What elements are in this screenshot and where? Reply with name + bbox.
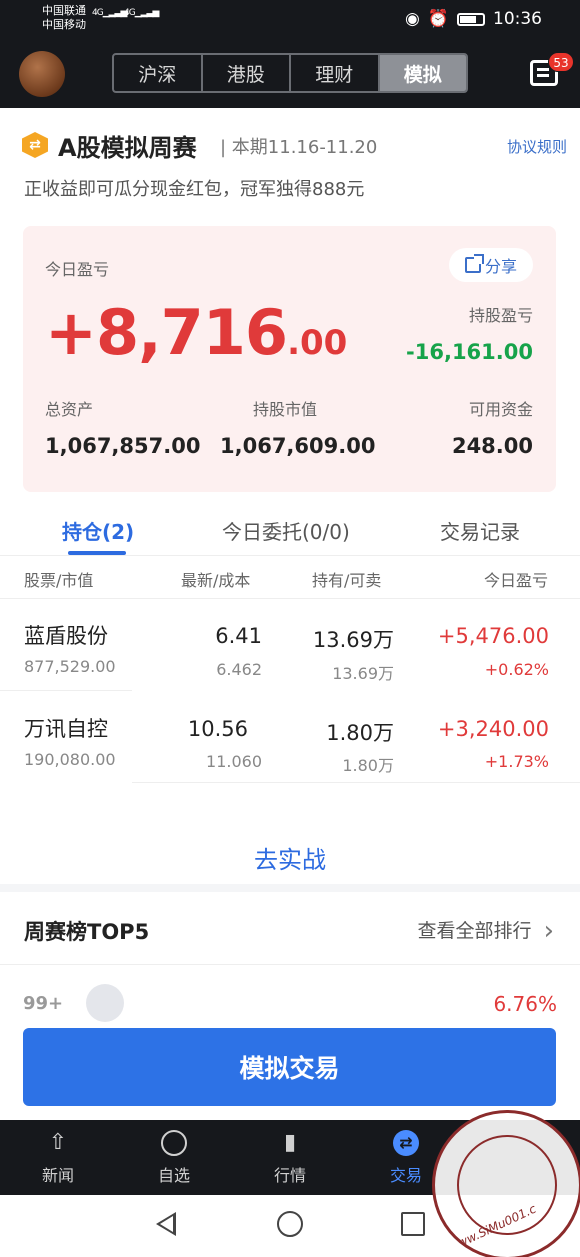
today-pnl-label: 今日盈亏 bbox=[45, 260, 110, 279]
app-header: 沪深 港股 理财 模拟 bbox=[0, 40, 580, 108]
active-tab-indicator bbox=[68, 551, 126, 555]
tab-licai[interactable]: 理财 bbox=[291, 55, 380, 91]
market-value-label: 持股市值 bbox=[253, 400, 318, 419]
stock-today-pnl: +3,240.00 bbox=[437, 717, 549, 741]
watchlist-icon bbox=[161, 1129, 187, 1156]
trade-icon: ⇄ bbox=[393, 1129, 419, 1156]
ranking-divider bbox=[0, 964, 580, 965]
stock-latest-price: 6.41 bbox=[215, 624, 262, 648]
nav-watchlist-label: 自选 bbox=[157, 1165, 190, 1185]
position-tabs: 持仓(2) 今日委托(0/0) 交易记录 bbox=[0, 508, 580, 556]
carrier-2: 中国移动 bbox=[42, 18, 86, 31]
today-pnl-integer: +8,716 bbox=[45, 296, 288, 369]
tab-hushen[interactable]: 沪深 bbox=[114, 55, 203, 91]
today-pnl-value: +8,716.00 bbox=[45, 296, 347, 369]
stock-latest-price: 10.56 bbox=[187, 717, 248, 741]
watermark-stamp: www.SiMu001.c bbox=[432, 1110, 580, 1257]
market-icon: ▮ bbox=[283, 1129, 297, 1155]
nav-watchlist[interactable]: 自选 bbox=[116, 1120, 232, 1195]
stock-cost-price: 6.462 bbox=[216, 660, 262, 679]
nav-trade-label: 交易 bbox=[389, 1165, 422, 1185]
alarm-icon: ⏰ bbox=[427, 9, 449, 29]
stock-today-pnl: +5,476.00 bbox=[437, 624, 549, 648]
share-button[interactable]: 分享 bbox=[449, 248, 533, 282]
col-header-price: 最新/成本 bbox=[181, 571, 251, 590]
back-icon[interactable] bbox=[156, 1212, 176, 1236]
row-divider bbox=[0, 690, 132, 691]
col-header-holding: 持有/可卖 bbox=[312, 571, 382, 590]
battery-icon bbox=[457, 12, 485, 26]
holding-pnl-label: 持股盈亏 bbox=[468, 306, 533, 325]
total-assets-label: 总资产 bbox=[45, 400, 94, 419]
go-real-trading-link[interactable]: 去实战 bbox=[0, 840, 580, 875]
tab-moni[interactable]: 模拟 bbox=[379, 55, 466, 91]
status-icons: ◉ ⏰ 10:36 bbox=[405, 9, 542, 29]
stock-sellable: 13.69万 bbox=[332, 664, 394, 683]
stock-sellable: 1.80万 bbox=[342, 756, 394, 775]
row-divider bbox=[132, 782, 580, 783]
stock-today-pnl-pct: +1.73% bbox=[484, 752, 549, 771]
col-header-stock: 股票/市值 bbox=[24, 571, 94, 590]
contest-hexagon-icon: ⇄ bbox=[22, 132, 48, 158]
table-header-divider bbox=[0, 598, 580, 599]
home-icon[interactable] bbox=[277, 1211, 303, 1237]
stock-name: 万讯自控 bbox=[24, 717, 108, 741]
rules-link[interactable]: 协议规则 bbox=[507, 136, 567, 157]
tab-orders[interactable]: 今日委托(0/0) bbox=[222, 516, 350, 545]
stock-cost-price: 11.060 bbox=[206, 752, 262, 771]
chevron-right-icon: › bbox=[543, 916, 554, 946]
stock-name: 蓝盾股份 bbox=[24, 624, 108, 648]
user-avatar[interactable] bbox=[19, 51, 65, 97]
signal-icon-2: 4G▁▂▃▅ bbox=[124, 8, 159, 18]
nav-news-label: 新闻 bbox=[41, 1165, 74, 1185]
my-rank-position: 99+ bbox=[23, 993, 64, 1014]
stock-holding: 13.69万 bbox=[312, 628, 394, 652]
share-icon bbox=[464, 254, 484, 273]
available-cash-label: 可用资金 bbox=[468, 400, 533, 419]
recent-apps-icon[interactable] bbox=[401, 1212, 425, 1236]
clock-time: 10:36 bbox=[493, 9, 542, 29]
market-segment-control: 沪深 港股 理财 模拟 bbox=[112, 53, 468, 93]
nav-news[interactable]: ⇧ 新闻 bbox=[0, 1120, 116, 1195]
contest-period: | 本期11.16-11.20 bbox=[220, 137, 378, 158]
nav-market-label: 行情 bbox=[273, 1165, 306, 1185]
carrier-labels: 中国联通 中国移动 bbox=[42, 4, 86, 32]
news-icon: ⇧ bbox=[48, 1129, 68, 1155]
stock-today-pnl-pct: +0.62% bbox=[484, 660, 549, 679]
stock-market-value: 877,529.00 bbox=[24, 657, 116, 676]
signal-icon-1: 4G▁▂▃▅ bbox=[92, 8, 127, 18]
tab-positions[interactable]: 持仓(2) bbox=[62, 516, 134, 545]
total-assets-value: 1,067,857.00 bbox=[45, 434, 201, 458]
available-cash-value: 248.00 bbox=[451, 434, 533, 458]
stock-holding: 1.80万 bbox=[326, 721, 394, 745]
ranking-title: 周赛榜TOP5 bbox=[24, 920, 150, 944]
section-gap bbox=[0, 884, 580, 892]
pnl-card: 今日盈亏 分享 +8,716.00 持股盈亏 -16,161.00 总资产 1,… bbox=[23, 226, 556, 492]
share-label: 分享 bbox=[484, 257, 517, 276]
view-all-ranking-link[interactable]: 查看全部排行 › bbox=[418, 916, 554, 946]
tab-ganggu[interactable]: 港股 bbox=[203, 55, 291, 91]
rank-avatar bbox=[86, 984, 124, 1022]
my-rank-pct: 6.76% bbox=[493, 992, 557, 1016]
view-all-label: 查看全部排行 bbox=[417, 920, 532, 942]
message-badge: 53 bbox=[548, 52, 574, 72]
contest-subtitle: 正收益即可瓜分现金红包，冠军独得888元 bbox=[24, 179, 365, 200]
carrier-1: 中国联通 bbox=[42, 4, 86, 17]
col-header-pnl: 今日盈亏 bbox=[483, 571, 548, 590]
tab-history[interactable]: 交易记录 bbox=[440, 516, 520, 545]
nav-market[interactable]: ▮ 行情 bbox=[232, 1120, 348, 1195]
market-value-value: 1,067,609.00 bbox=[220, 434, 376, 458]
eye-icon: ◉ bbox=[404, 9, 420, 29]
holding-pnl-value: -16,161.00 bbox=[406, 340, 533, 364]
today-pnl-decimal: .00 bbox=[287, 323, 348, 363]
contest-title: A股模拟周赛 bbox=[58, 134, 197, 162]
simulated-trade-button[interactable]: 模拟交易 bbox=[23, 1028, 556, 1106]
status-bar: 中国联通 中国移动 4G▁▂▃▅ 4G▁▂▃▅ ◉ ⏰ 10:36 bbox=[0, 0, 580, 40]
stock-market-value: 190,080.00 bbox=[24, 750, 116, 769]
